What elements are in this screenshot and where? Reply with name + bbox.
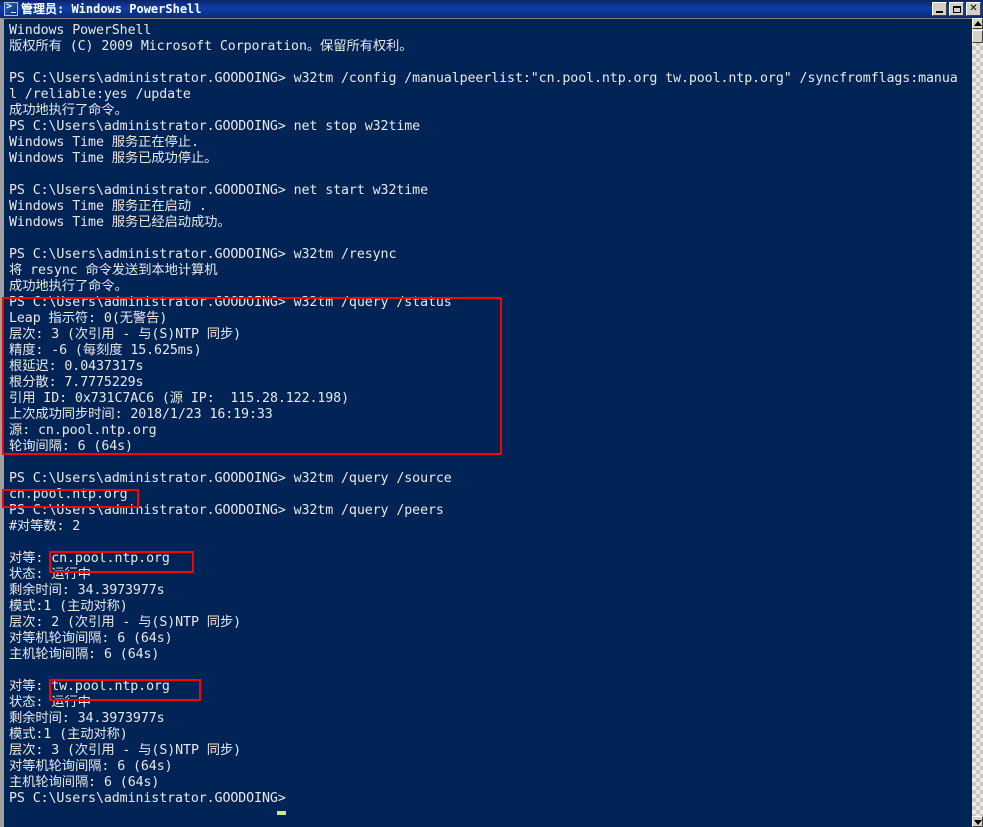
console-line: 层次: 3 (次引用 - 与(S)NTP 同步)	[9, 743, 242, 758]
console-line: 对等: tw.pool.ntp.org	[9, 679, 170, 694]
console-line: Windows Time 服务已经启动成功。	[9, 215, 231, 230]
console-line: cn.pool.ntp.org	[9, 487, 128, 502]
console-line: PS C:\Users\administrator.GOODOING> w32t…	[9, 71, 958, 86]
console-line: 对等机轮询间隔: 6 (64s)	[9, 759, 173, 774]
console-line: 将 resync 命令发送到本地计算机	[9, 263, 218, 278]
console-line: PS C:\Users\administrator.GOODOING> net …	[9, 183, 428, 198]
scrollbar-thumb[interactable]	[972, 30, 983, 43]
console-line: 状态: 运行中	[9, 695, 91, 710]
scrollbar-track[interactable]	[972, 18, 983, 827]
console-client-area: Windows PowerShell 版权所有 (C) 2009 Microsof…	[0, 18, 983, 827]
console-line: PS C:\Users\administrator.GOODOING> w32t…	[9, 247, 397, 262]
window-title: 管理员: Windows PowerShell	[21, 2, 202, 16]
scroll-down-arrow-icon[interactable]	[972, 816, 983, 827]
console-line: Windows Time 服务正在启动 .	[9, 199, 207, 214]
console-line: 引用 ID: 0x731C7AC6 (源 IP: 115.28.122.198)	[9, 391, 349, 406]
console-line: l /reliable:yes /update	[9, 87, 191, 102]
console-line: 对等机轮询间隔: 6 (64s)	[9, 631, 173, 646]
title-bar[interactable]: 管理员: Windows PowerShell ✕	[0, 0, 983, 18]
maximize-button[interactable]	[949, 2, 964, 16]
console-line: 模式:1 (主动对称)	[9, 727, 128, 742]
minimize-button[interactable]	[932, 2, 947, 16]
vertical-scrollbar[interactable]	[972, 18, 983, 827]
console-line: 主机轮询间隔: 6 (64s)	[9, 775, 160, 790]
console-line: 精度: -6 (每刻度 15.625ms)	[9, 343, 202, 358]
console-line: Windows Time 服务已成功停止。	[9, 151, 218, 166]
console-line: 层次: 3 (次引用 - 与(S)NTP 同步)	[9, 327, 242, 342]
console-line: 根延迟: 0.0437317s	[9, 359, 144, 374]
console-line: 层次: 2 (次引用 - 与(S)NTP 同步)	[9, 615, 242, 630]
console-line: 模式:1 (主动对称)	[9, 599, 128, 614]
close-button[interactable]: ✕	[966, 2, 981, 16]
text-cursor	[277, 811, 286, 815]
console-line: 剩余时间: 34.3973977s	[9, 711, 165, 726]
console-line: 成功地执行了命令。	[9, 279, 128, 294]
console-line: PS C:\Users\administrator.GOODOING> w32t…	[9, 295, 452, 310]
console-line: PS C:\Users\administrator.GOODOING> net …	[9, 119, 421, 134]
console-line: 主机轮询间隔: 6 (64s)	[9, 647, 160, 662]
console-line: PS C:\Users\administrator.GOODOING> w32t…	[9, 471, 452, 486]
powershell-window: 管理员: Windows PowerShell ✕ Windows PowerS…	[0, 0, 983, 827]
console-line: Leap 指示符: 0(无警告)	[9, 311, 168, 326]
console-surface[interactable]: Windows PowerShell 版权所有 (C) 2009 Microsof…	[0, 18, 972, 827]
console-line: 版权所有 (C) 2009 Microsoft Corporation。保留所有…	[9, 39, 413, 54]
console-line: Windows Time 服务正在停止.	[9, 135, 199, 150]
console-line: PS C:\Users\administrator.GOODOING>	[9, 791, 294, 806]
console-line: PS C:\Users\administrator.GOODOING> w32t…	[9, 503, 444, 518]
console-line: 源: cn.pool.ntp.org	[9, 423, 157, 438]
scroll-up-arrow-icon[interactable]	[972, 18, 983, 29]
console-line: 剩余时间: 34.3973977s	[9, 583, 165, 598]
window-controls: ✕	[932, 2, 981, 16]
console-output: Windows PowerShell 版权所有 (C) 2009 Microsof…	[9, 23, 964, 823]
console-line: 轮询间隔: 6 (64s)	[9, 439, 133, 454]
console-line: 根分散: 7.7775229s	[9, 375, 144, 390]
console-line: 状态: 运行中	[9, 567, 91, 582]
console-line: 对等: cn.pool.ntp.org	[9, 551, 170, 566]
console-line: 上次成功同步时间: 2018/1/23 16:19:33	[9, 407, 273, 422]
console-line: 成功地执行了命令。	[9, 103, 128, 118]
powershell-icon	[4, 1, 18, 16]
console-line: Windows PowerShell	[9, 23, 152, 38]
console-line: #对等数: 2	[9, 519, 81, 534]
